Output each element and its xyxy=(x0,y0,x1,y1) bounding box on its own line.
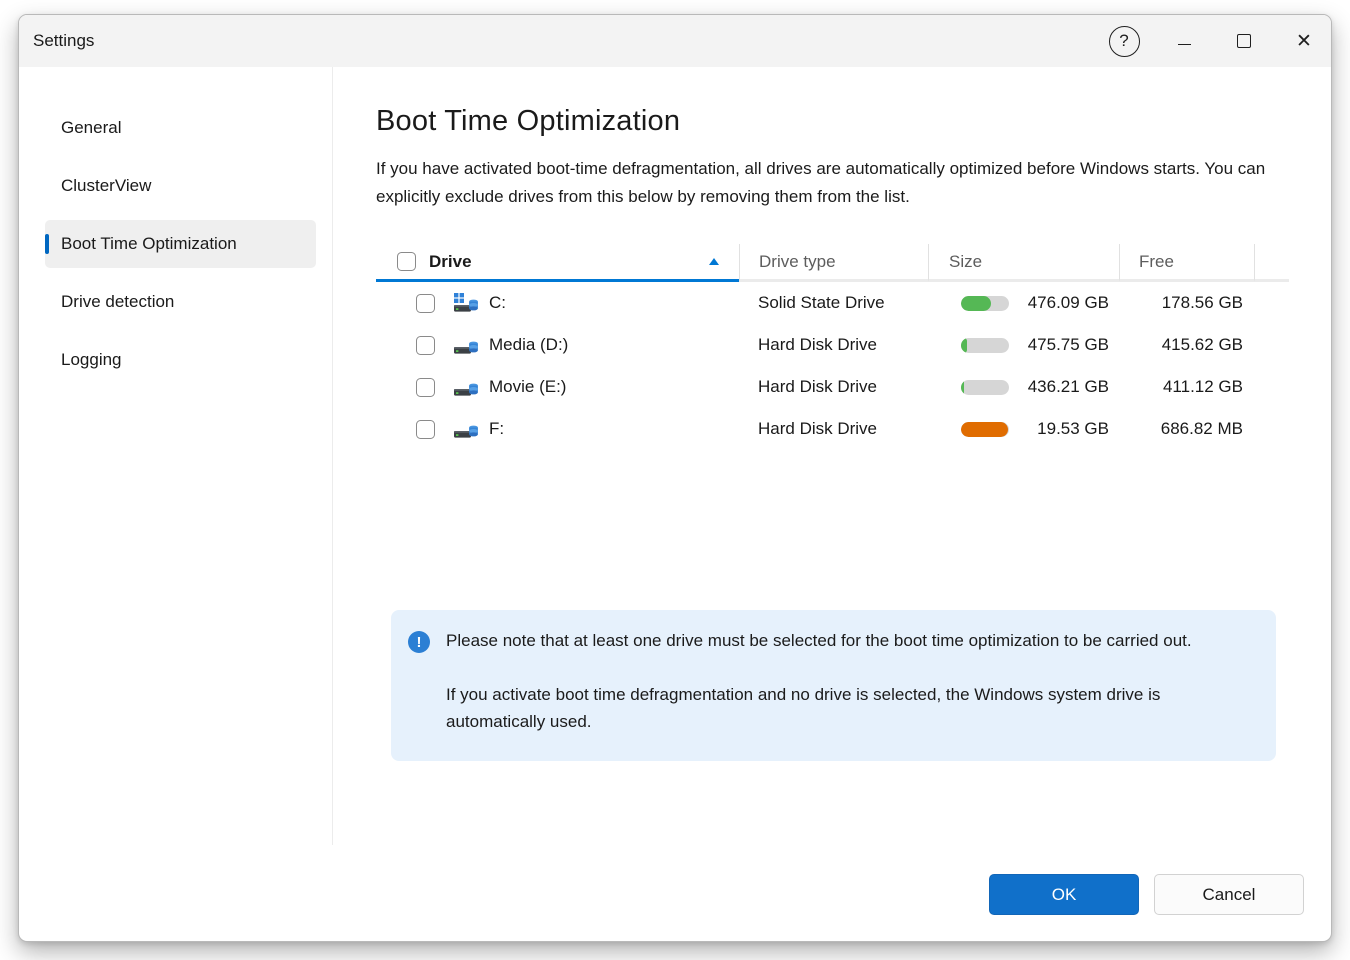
cancel-button[interactable]: Cancel xyxy=(1154,874,1304,915)
column-label-drive-type: Drive type xyxy=(759,252,836,272)
drive-size: 19.53 GB xyxy=(1009,419,1119,439)
column-label-free: Free xyxy=(1139,252,1174,272)
drive-size: 436.21 GB xyxy=(1009,377,1119,397)
drive-size: 475.75 GB xyxy=(1009,335,1119,355)
table-row-drive-c[interactable]: C: Solid State Drive 476.09 GB 178.56 GB xyxy=(376,282,1289,324)
hard-drive-icon xyxy=(453,376,479,398)
page-description: If you have activated boot-time defragme… xyxy=(376,155,1281,211)
drive-type: Hard Disk Drive xyxy=(739,335,928,355)
drive-free: 686.82 MB xyxy=(1119,419,1254,439)
sidebar-item-drive-detection[interactable]: Drive detection xyxy=(45,278,316,326)
help-icon: ? xyxy=(1109,26,1140,57)
settings-window: Settings ? ✕ General xyxy=(18,14,1332,942)
drive-checkbox[interactable] xyxy=(416,336,435,355)
close-icon: ✕ xyxy=(1296,32,1312,51)
column-header-size[interactable]: Size xyxy=(928,244,1119,282)
table-row-drive-f[interactable]: F: Hard Disk Drive 19.53 GB 686.82 MB xyxy=(376,408,1289,450)
sidebar-item-label: Drive detection xyxy=(61,292,174,312)
drive-free: 415.62 GB xyxy=(1119,335,1254,355)
sort-ascending-icon xyxy=(709,258,719,265)
info-icon: ! xyxy=(408,631,430,653)
close-button[interactable]: ✕ xyxy=(1282,19,1326,63)
drive-size: 476.09 GB xyxy=(1009,293,1119,313)
minimize-icon xyxy=(1178,44,1191,45)
column-header-drive[interactable]: Drive xyxy=(376,244,739,282)
hard-drive-icon xyxy=(453,418,479,440)
select-all-checkbox[interactable] xyxy=(397,252,416,271)
window-title: Settings xyxy=(33,31,94,51)
column-label-drive: Drive xyxy=(429,252,472,272)
table-row-drive-d[interactable]: Media (D:) Hard Disk Drive 475.75 GB 415… xyxy=(376,324,1289,366)
drive-name: Movie (E:) xyxy=(489,377,566,397)
usage-bar xyxy=(961,380,1009,395)
sidebar-item-general[interactable]: General xyxy=(45,104,316,152)
system-drive-icon xyxy=(453,292,479,314)
sidebar-item-label: Logging xyxy=(61,350,122,370)
page-title: Boot Time Optimization xyxy=(376,105,1331,138)
maximize-icon xyxy=(1237,34,1251,48)
titlebar: Settings ? ✕ xyxy=(19,15,1331,67)
drive-name: F: xyxy=(489,419,504,439)
notice-paragraph-1: Please note that at least one drive must… xyxy=(446,627,1254,655)
dialog-footer: OK Cancel xyxy=(989,874,1304,915)
drive-checkbox[interactable] xyxy=(416,378,435,397)
sidebar-item-label: General xyxy=(61,118,121,138)
selection-accent-bar xyxy=(45,234,49,254)
sidebar-item-clusterview[interactable]: ClusterView xyxy=(45,162,316,210)
minimize-button[interactable] xyxy=(1162,19,1206,63)
notice-paragraph-2: If you activate boot time defragmentatio… xyxy=(446,681,1254,736)
hard-drive-icon xyxy=(453,334,479,356)
drive-free: 178.56 GB xyxy=(1119,293,1254,313)
column-header-free[interactable]: Free xyxy=(1119,244,1254,282)
usage-bar xyxy=(961,338,1009,353)
drive-type: Hard Disk Drive xyxy=(739,419,928,439)
sidebar-item-logging[interactable]: Logging xyxy=(45,336,316,384)
drive-free: 411.12 GB xyxy=(1119,377,1254,397)
drive-table-header: Drive Drive type Size Free xyxy=(376,244,1289,282)
sidebar-item-boot-time-optimization[interactable]: Boot Time Optimization xyxy=(45,220,316,268)
maximize-button[interactable] xyxy=(1222,19,1266,63)
drive-checkbox[interactable] xyxy=(416,294,435,313)
help-button[interactable]: ? xyxy=(1102,19,1146,63)
column-label-size: Size xyxy=(949,252,982,272)
drive-table: Drive Drive type Size Free xyxy=(376,244,1289,450)
drive-checkbox[interactable] xyxy=(416,420,435,439)
ok-button[interactable]: OK xyxy=(989,874,1139,915)
drive-name: Media (D:) xyxy=(489,335,568,355)
usage-bar xyxy=(961,422,1009,437)
main-content: Boot Time Optimization If you have activ… xyxy=(332,67,1331,942)
drive-type: Solid State Drive xyxy=(739,293,928,313)
notice-box: ! Please note that at least one drive mu… xyxy=(391,610,1276,761)
settings-sidebar: General ClusterView Boot Time Optimizati… xyxy=(19,67,332,942)
window-controls: ? ✕ xyxy=(1086,19,1326,63)
table-row-drive-e[interactable]: Movie (E:) Hard Disk Drive 436.21 GB 411… xyxy=(376,366,1289,408)
drive-name: C: xyxy=(489,293,506,313)
drive-type: Hard Disk Drive xyxy=(739,377,928,397)
usage-bar xyxy=(961,296,1009,311)
column-header-drive-type[interactable]: Drive type xyxy=(739,244,928,282)
sidebar-item-label: ClusterView xyxy=(61,176,151,196)
sidebar-item-label: Boot Time Optimization xyxy=(61,234,237,254)
column-header-stub xyxy=(1254,244,1289,282)
